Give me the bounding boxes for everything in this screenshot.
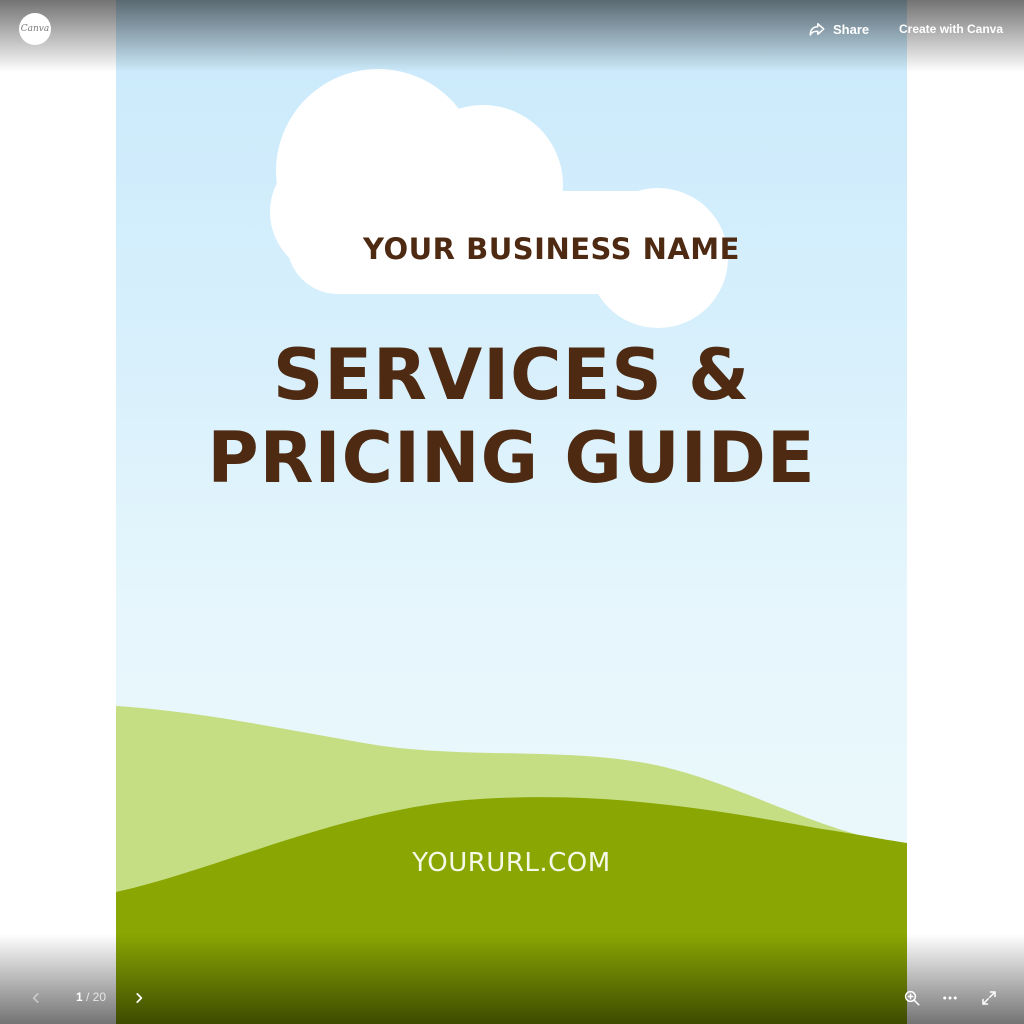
canva-logo-icon[interactable]: Canva bbox=[19, 13, 51, 45]
previous-page-button[interactable] bbox=[26, 988, 46, 1008]
cloud-shape bbox=[270, 69, 728, 328]
share-label: Share bbox=[833, 21, 870, 37]
fullscreen-button[interactable] bbox=[979, 988, 999, 1008]
more-options-button[interactable] bbox=[940, 988, 960, 1008]
share-arrow-icon bbox=[809, 23, 825, 36]
headline-line-2: PRICING GUIDE bbox=[207, 417, 816, 499]
business-name: YOUR BUSINESS NAME bbox=[363, 232, 740, 266]
fullscreen-icon bbox=[982, 991, 996, 1005]
zoom-in-icon bbox=[904, 990, 920, 1006]
headline-title: SERVICES & PRICING GUIDE bbox=[116, 334, 907, 500]
more-dots-icon bbox=[943, 996, 957, 1000]
page-current: 1 bbox=[75, 990, 83, 1004]
slide-canvas: YOUR BUSINESS NAME SERVICES & PRICING GU… bbox=[116, 0, 907, 1024]
headline-line-1: SERVICES & bbox=[272, 334, 751, 416]
logo-text: Canva bbox=[20, 24, 50, 34]
chevron-left-icon bbox=[32, 993, 39, 1003]
presentation-viewer: YOUR BUSINESS NAME SERVICES & PRICING GU… bbox=[0, 0, 1024, 1024]
create-with-canva-button[interactable]: Create with Canva bbox=[899, 18, 1003, 40]
page-total: 20 bbox=[92, 990, 107, 1004]
chevron-right-icon bbox=[136, 993, 143, 1003]
page-separator: / bbox=[85, 990, 90, 1004]
next-page-button[interactable] bbox=[129, 988, 149, 1008]
share-button[interactable]: Share bbox=[808, 18, 869, 40]
zoom-button[interactable] bbox=[902, 988, 922, 1008]
website-url: YOURURL.COM bbox=[412, 848, 611, 878]
page-indicator: 1 / 20 bbox=[70, 990, 112, 1004]
